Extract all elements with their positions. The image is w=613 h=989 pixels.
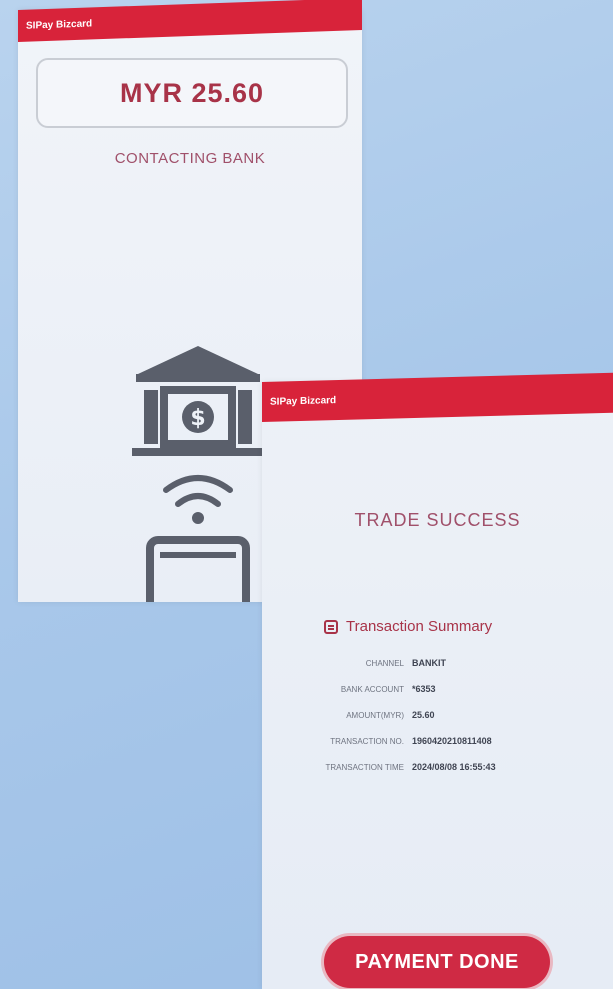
svg-text:$: $ xyxy=(190,406,205,431)
row-label: BANK ACCOUNT xyxy=(340,684,404,694)
amount-value: MYR 25.60 xyxy=(119,77,265,108)
app-header: SIPay Bizcard xyxy=(18,0,362,42)
summary-table: CHANNEL BANKIT BANK ACCOUNT *6353 AMOUNT… xyxy=(262,650,613,780)
row-value: *6353 xyxy=(412,684,436,694)
app-title: SIPay Bizcard xyxy=(270,394,337,408)
trade-result-title: TRADE SUCCESS xyxy=(354,510,521,530)
bank-illustration: $ xyxy=(132,346,264,602)
row-value: BANKIT xyxy=(412,658,446,668)
summary-row: BANK ACCOUNT *6353 xyxy=(262,676,613,702)
summary-heading: Transaction Summary xyxy=(324,618,492,635)
trade-success-screen: SIPay Bizcard TRADE SUCCESS Transaction … xyxy=(262,372,613,989)
row-value: 25.60 xyxy=(412,710,435,720)
summary-row: TRANSACTION TIME 2024/08/08 16:55:43 xyxy=(262,754,613,780)
row-label: AMOUNT(MYR) xyxy=(346,710,404,720)
payment-done-button[interactable]: PAYMENT DONE xyxy=(324,936,550,988)
row-label: CHANNEL xyxy=(365,658,404,668)
row-value: 1960420210811408 xyxy=(412,736,492,746)
summary-row: CHANNEL BANKIT xyxy=(262,650,613,676)
wifi-icon xyxy=(163,475,233,524)
receipt-icon xyxy=(324,619,338,634)
summary-row: AMOUNT(MYR) 25.60 xyxy=(262,702,613,728)
app-title: SIPay Bizcard xyxy=(26,17,93,32)
phone-icon xyxy=(146,536,250,602)
dollar-icon: $ xyxy=(182,401,214,433)
status-text: CONTACTING BANK xyxy=(114,150,266,167)
row-value: 2024/08/08 16:55:43 xyxy=(412,762,496,772)
row-label: TRANSACTION NO. xyxy=(330,736,404,746)
summary-title: Transaction Summary xyxy=(346,618,493,635)
amount-display: MYR 25.60 xyxy=(36,58,348,128)
row-label: TRANSACTION TIME xyxy=(325,762,404,772)
app-header: SIPay Bizcard xyxy=(262,372,613,422)
summary-row: TRANSACTION NO. 1960420210811408 xyxy=(262,728,613,754)
